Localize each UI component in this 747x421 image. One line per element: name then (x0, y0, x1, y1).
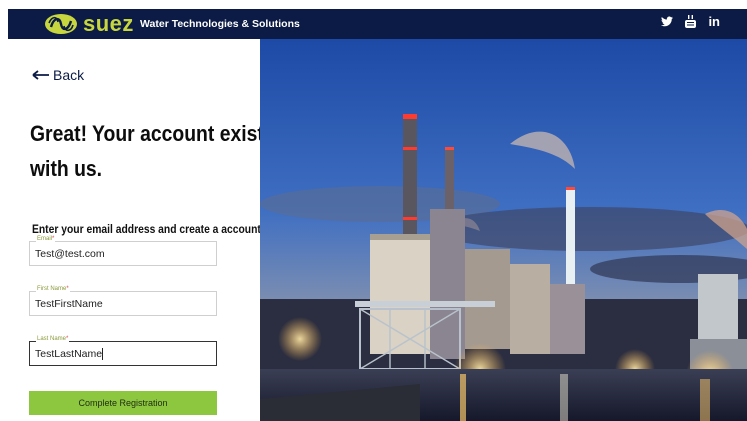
last-name-label: Last Name* (36, 336, 70, 343)
back-link[interactable]: Back (32, 67, 84, 83)
top-header-bar: SUEZ Water Technologies & Solutions in (8, 9, 747, 39)
registration-panel: Back Great! Your account exists with us.… (8, 39, 275, 421)
form-instruction: Enter your email address and create a ac… (32, 222, 261, 236)
first-name-field[interactable]: First Name* TestFirstName (29, 286, 217, 316)
page-title: Great! Your account exists with us. (30, 116, 275, 186)
arrow-left-icon (32, 70, 49, 80)
back-label: Back (53, 67, 85, 83)
hero-image (260, 39, 747, 421)
suez-logo-mark-icon (45, 14, 77, 34)
page-title-line-2: with us. (30, 156, 103, 181)
last-name-field[interactable]: Last Name* TestLastName (29, 336, 217, 366)
first-name-label: First Name* (36, 286, 70, 293)
text-caret (102, 348, 104, 361)
last-name-value: TestLastName (35, 348, 104, 361)
linkedin-icon[interactable]: in (708, 14, 720, 29)
social-links: in (661, 14, 720, 29)
brand-name: SUEZ (83, 11, 134, 36)
page-title-line-1: Great! Your account exists (30, 121, 275, 146)
twitter-icon[interactable] (661, 16, 674, 27)
email-field[interactable]: Email* Test@test.com (29, 236, 217, 266)
youtube-icon[interactable] (685, 15, 697, 28)
suez-logo[interactable]: SUEZ (44, 10, 134, 38)
first-name-value: TestFirstName (35, 298, 103, 310)
complete-registration-button[interactable]: Complete Registration (29, 391, 217, 415)
power-plant-illustration (260, 39, 747, 421)
email-label: Email* (36, 236, 56, 243)
email-value: Test@test.com (35, 248, 105, 260)
brand-tagline: Water Technologies & Solutions (140, 18, 300, 30)
